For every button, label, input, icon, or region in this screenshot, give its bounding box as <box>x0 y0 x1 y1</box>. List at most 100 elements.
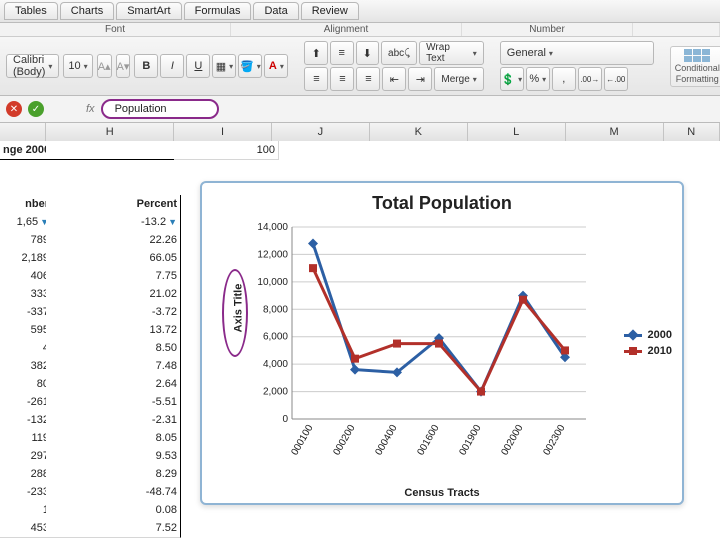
chart-x-axis-title: Census Tracts <box>404 487 479 499</box>
cell[interactable]: 2.64 <box>46 375 181 394</box>
cell[interactable] <box>566 519 671 538</box>
align-middle-button[interactable]: ≡ <box>330 41 354 65</box>
cell[interactable]: 8.05 <box>46 429 181 448</box>
cell[interactable]: 13.72 <box>46 321 181 340</box>
bold-button[interactable]: B <box>134 54 158 78</box>
align-right-button[interactable]: ≡ <box>356 67 380 91</box>
cell[interactable] <box>664 159 720 178</box>
font-size-select[interactable]: 10 <box>63 54 92 78</box>
increase-font-button[interactable]: A▴ <box>97 54 112 78</box>
formula-accept-button[interactable]: ✓ <box>28 101 44 117</box>
chart-y-axis-title[interactable]: Axis Title <box>232 284 244 333</box>
chart-title[interactable]: Total Population <box>202 183 682 218</box>
increase-decimal-button[interactable]: .00→ <box>578 67 602 91</box>
cell[interactable] <box>370 141 475 160</box>
increase-indent-button[interactable]: ⇥ <box>408 67 432 91</box>
cell[interactable]: 7.52 <box>46 519 181 538</box>
formula-cancel-button[interactable]: ✕ <box>6 101 22 117</box>
cell[interactable]: 7.48 <box>46 357 181 376</box>
font-color-button[interactable]: A <box>264 54 288 78</box>
percent-button[interactable]: % <box>526 67 550 91</box>
cell[interactable]: 21.02 <box>46 285 181 304</box>
check-icon: ✓ <box>32 104 40 115</box>
column-header[interactable]: N <box>664 123 720 141</box>
align-top-button[interactable]: ⬆ <box>304 41 328 65</box>
chart-object[interactable]: Total Population Axis Title 02,0004,0006… <box>200 181 684 505</box>
cell[interactable]: -13.2 <box>46 213 181 232</box>
column-header[interactable]: J <box>272 123 370 141</box>
cell[interactable] <box>664 519 720 538</box>
chart-plot-area: 02,0004,0006,0008,00010,00012,00014,0000… <box>252 221 592 481</box>
svg-text:8,000: 8,000 <box>263 304 288 315</box>
cell[interactable] <box>468 519 573 538</box>
cell[interactable]: 7.75 <box>46 267 181 286</box>
svg-text:0: 0 <box>282 414 288 425</box>
legend-entry-2000[interactable]: 2000 <box>624 329 672 341</box>
tab-data[interactable]: Data <box>253 2 298 20</box>
cell[interactable] <box>272 519 377 538</box>
cell[interactable] <box>566 141 671 160</box>
cell[interactable]: 9.53 <box>46 447 181 466</box>
cell[interactable]: 22.26 <box>46 231 181 250</box>
underline-button[interactable]: U <box>186 54 210 78</box>
cell[interactable]: 0.08 <box>46 501 181 520</box>
formula-input[interactable]: Population <box>101 99 219 119</box>
cell[interactable]: -5.51 <box>46 393 181 412</box>
tab-smartart[interactable]: SmartArt <box>116 2 181 20</box>
tab-charts[interactable]: Charts <box>60 2 114 20</box>
decrease-decimal-button[interactable]: ←.00 <box>604 67 628 91</box>
borders-button[interactable]: ▦ <box>212 54 236 78</box>
cell[interactable] <box>272 141 377 160</box>
number-format-select[interactable]: General <box>500 41 654 65</box>
decrease-indent-button[interactable]: ⇤ <box>382 67 406 91</box>
cell[interactable]: Percent <box>46 195 181 214</box>
chart-legend[interactable]: 2000 2010 <box>624 325 672 361</box>
tab-review[interactable]: Review <box>301 2 359 20</box>
cell[interactable]: 8.50 <box>46 339 181 358</box>
conditional-formatting-button[interactable]: ConditionalFormatting <box>670 46 720 87</box>
decrease-font-button[interactable]: A▾ <box>116 54 131 78</box>
svg-text:002000: 002000 <box>499 423 525 458</box>
cell[interactable]: -3.72 <box>46 303 181 322</box>
fill-color-button[interactable]: 🪣 <box>238 54 262 78</box>
legend-entry-2010[interactable]: 2010 <box>624 345 672 357</box>
cell[interactable]: 66.05 <box>46 249 181 268</box>
orientation-button[interactable]: abc⤹ <box>381 41 417 65</box>
align-bottom-button[interactable]: ⬇ <box>356 41 380 65</box>
currency-button[interactable]: 💲 <box>500 67 524 91</box>
cell[interactable] <box>46 141 181 160</box>
italic-button[interactable]: I <box>160 54 184 78</box>
tab-formulas[interactable]: Formulas <box>184 2 252 20</box>
cell[interactable] <box>370 519 475 538</box>
spreadsheet-grid[interactable]: HIJKLMN nge 2000-2010100nberPercent1,65-… <box>0 123 720 540</box>
cell[interactable] <box>272 159 377 178</box>
cell[interactable]: 100 <box>174 141 279 160</box>
section-label-alignment: Alignment <box>231 23 462 36</box>
cell[interactable] <box>468 141 573 160</box>
cell[interactable] <box>174 159 279 178</box>
column-header[interactable]: M <box>566 123 664 141</box>
svg-text:000100: 000100 <box>289 423 315 458</box>
wrap-text-button[interactable]: Wrap Text <box>419 41 484 65</box>
cell[interactable] <box>370 159 475 178</box>
merge-button[interactable]: Merge <box>434 67 483 91</box>
cell[interactable]: -48.74 <box>46 483 181 502</box>
cell[interactable]: -2.31 <box>46 411 181 430</box>
cell[interactable] <box>664 141 720 160</box>
cell[interactable]: 8.29 <box>46 465 181 484</box>
cell[interactable] <box>46 159 181 178</box>
align-left-button[interactable]: ≡ <box>304 67 328 91</box>
font-name-select[interactable]: Calibri (Body) <box>6 54 59 78</box>
comma-style-button[interactable]: , <box>552 67 576 91</box>
column-headers: HIJKLMN <box>0 123 720 142</box>
cell[interactable] <box>46 177 181 196</box>
column-header[interactable]: H <box>46 123 174 141</box>
align-center-button[interactable]: ≡ <box>330 67 354 91</box>
column-header[interactable]: K <box>370 123 468 141</box>
cell[interactable] <box>468 159 573 178</box>
cell[interactable] <box>174 519 279 538</box>
column-header[interactable]: I <box>174 123 272 141</box>
tab-tables[interactable]: Tables <box>4 2 58 20</box>
column-header[interactable]: L <box>468 123 566 141</box>
cell[interactable] <box>566 159 671 178</box>
